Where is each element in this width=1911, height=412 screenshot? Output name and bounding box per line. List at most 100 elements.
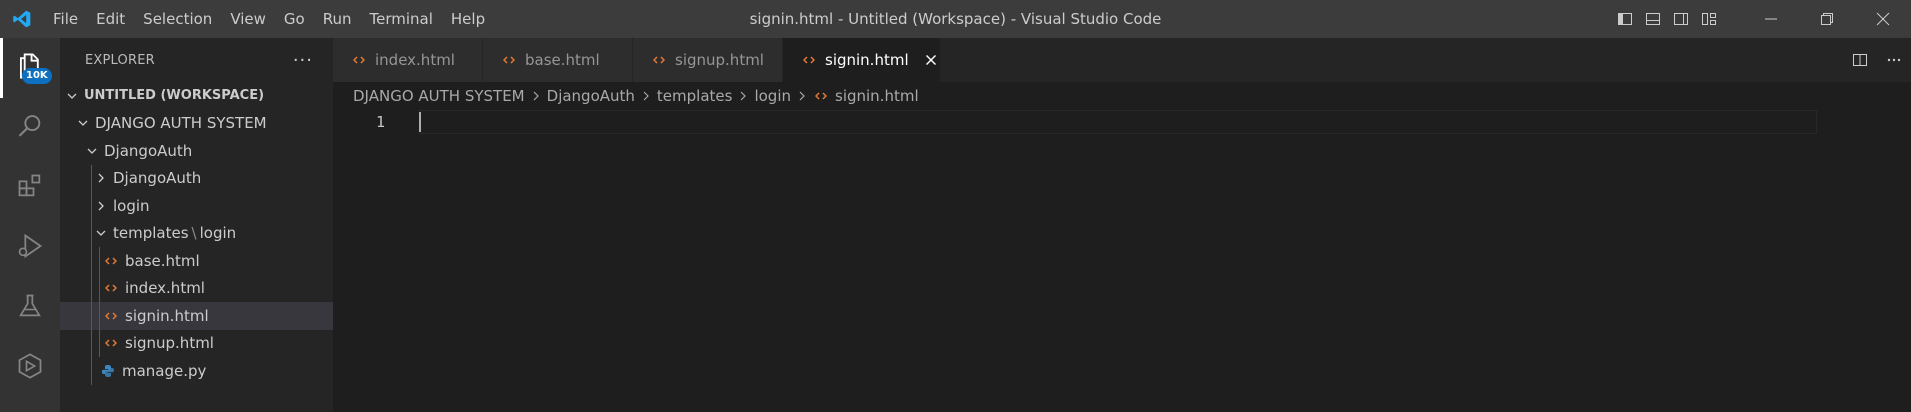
indent-guide <box>91 357 92 385</box>
tree-item-label: index.html <box>125 279 205 298</box>
tree-item-label: signin.html <box>125 306 209 325</box>
menu-run[interactable]: Run <box>314 0 361 38</box>
sidebar-header: EXPLORER ··· <box>60 38 333 82</box>
tree-item-sublabel: login <box>199 224 237 243</box>
menu-file[interactable]: File <box>44 0 87 38</box>
tab-signin-html[interactable]: signin.html <box>783 38 941 82</box>
tree-item-project[interactable]: DjangoAuth <box>60 137 333 165</box>
title-controls <box>1611 0 1911 38</box>
tree-item-templates[interactable]: templates \ login <box>60 219 333 247</box>
search-activity[interactable] <box>0 98 60 158</box>
indent-guide <box>91 164 92 192</box>
vscode-logo-icon <box>0 0 44 38</box>
html-file-icon <box>651 54 667 66</box>
chevron-right-icon <box>797 91 807 101</box>
explorer-badge: 10K <box>22 68 52 84</box>
testing-activity[interactable] <box>0 278 60 338</box>
explorer-sidebar: EXPLORER ··· UNTITLED (WORKSPACE) DJANGO… <box>60 38 333 412</box>
indent-guide <box>91 247 92 275</box>
tree-item-base-html[interactable]: base.html <box>60 247 333 275</box>
menu-help[interactable]: Help <box>442 0 494 38</box>
tree-item-login[interactable]: login <box>60 192 333 220</box>
chevron-down-icon <box>93 227 109 239</box>
tab-label: signin.html <box>825 51 909 69</box>
chevron-down-icon <box>75 117 91 129</box>
breadcrumb-item[interactable]: DJANGO AUTH SYSTEM <box>353 87 525 105</box>
customize-layout-icon[interactable] <box>1695 0 1723 38</box>
indent-guide <box>99 274 100 302</box>
python-file-icon <box>100 364 116 378</box>
tree-item-manage-py[interactable]: manage.py <box>60 357 333 385</box>
tree-item-label: DJANGO AUTH SYSTEM <box>95 114 267 133</box>
menu-go[interactable]: Go <box>275 0 314 38</box>
chevron-right-icon <box>93 172 109 184</box>
split-editor-icon[interactable] <box>1843 38 1877 82</box>
explorer-activity[interactable]: 10K <box>0 38 60 98</box>
tree-item-signup-html[interactable]: signup.html <box>60 329 333 357</box>
tree-item-root-folder[interactable]: DJANGO AUTH SYSTEM <box>60 110 333 138</box>
tree-item-label: templates <box>113 224 189 243</box>
chevron-right-icon <box>531 91 541 101</box>
menu-view[interactable]: View <box>221 0 275 38</box>
tree-item-signin-html[interactable]: signin.html <box>60 302 333 330</box>
indent-guide <box>99 302 100 330</box>
toggle-primary-sidebar-icon[interactable] <box>1611 0 1639 38</box>
remote-explorer-activity[interactable] <box>0 338 60 398</box>
toggle-secondary-sidebar-icon[interactable] <box>1667 0 1695 38</box>
run-debug-activity[interactable] <box>0 218 60 278</box>
restore-icon[interactable] <box>1799 0 1855 38</box>
indent-guide <box>99 329 100 357</box>
tab-label: index.html <box>375 51 455 69</box>
tab-label: signup.html <box>675 51 764 69</box>
breadcrumb-item[interactable]: DjangoAuth <box>547 87 635 105</box>
tab-base-html[interactable]: base.html <box>483 38 633 82</box>
menu-edit[interactable]: Edit <box>87 0 134 38</box>
tree-item-label: login <box>113 196 150 215</box>
html-file-icon <box>801 54 817 66</box>
more-actions-icon[interactable]: ··· <box>293 50 313 71</box>
html-file-icon <box>103 255 119 267</box>
more-actions-icon[interactable] <box>1877 38 1911 82</box>
toggle-panel-icon[interactable] <box>1639 0 1667 38</box>
code-editor[interactable]: 1 <box>333 109 1911 412</box>
search-icon <box>16 112 44 144</box>
html-file-icon <box>501 54 517 66</box>
tab-actions <box>1843 38 1911 82</box>
breadcrumb-item[interactable]: login <box>754 87 791 105</box>
activity-bar: 10K <box>0 38 60 412</box>
chevron-right-icon <box>738 91 748 101</box>
minimize-icon[interactable] <box>1743 0 1799 38</box>
breadcrumb-item[interactable]: templates <box>657 87 733 105</box>
tree-item-djangoauth[interactable]: DjangoAuth <box>60 164 333 192</box>
menu-bar: File Edit Selection View Go Run Terminal… <box>44 0 494 38</box>
text-cursor <box>419 112 421 132</box>
testing-icon <box>16 292 44 324</box>
tree-item-workspace[interactable]: UNTITLED (WORKSPACE) <box>60 82 333 110</box>
run-debug-icon <box>16 232 44 264</box>
close-window-icon[interactable] <box>1855 0 1911 38</box>
chevron-right-icon <box>641 91 651 101</box>
tree-item-label: DjangoAuth <box>113 169 202 188</box>
menu-selection[interactable]: Selection <box>134 0 221 38</box>
tab-index-html[interactable]: index.html <box>333 38 483 82</box>
indent-guide <box>99 247 100 275</box>
html-file-icon <box>103 337 119 349</box>
close-tab-icon[interactable] <box>923 52 939 68</box>
title-bar: File Edit Selection View Go Run Terminal… <box>0 0 1911 38</box>
indent-guide <box>91 219 92 247</box>
indent-guide <box>91 274 92 302</box>
tree-item-label: DjangoAuth <box>104 141 193 160</box>
tree-item-index-html[interactable]: index.html <box>60 274 333 302</box>
tab-signup-html[interactable]: signup.html <box>633 38 783 82</box>
editor-tab-bar: index.html base.html signup.html signin.… <box>333 38 1911 82</box>
chevron-right-icon <box>93 200 109 212</box>
tab-label: base.html <box>525 51 600 69</box>
tree-item-label: base.html <box>125 251 200 270</box>
menu-terminal[interactable]: Terminal <box>361 0 442 38</box>
indent-guide <box>91 302 92 330</box>
extensions-activity[interactable] <box>0 158 60 218</box>
tree-item-label: manage.py <box>122 361 207 380</box>
breadcrumb-item[interactable]: signin.html <box>835 87 919 105</box>
tree-item-label: signup.html <box>125 334 214 353</box>
chevron-down-icon <box>84 145 100 157</box>
